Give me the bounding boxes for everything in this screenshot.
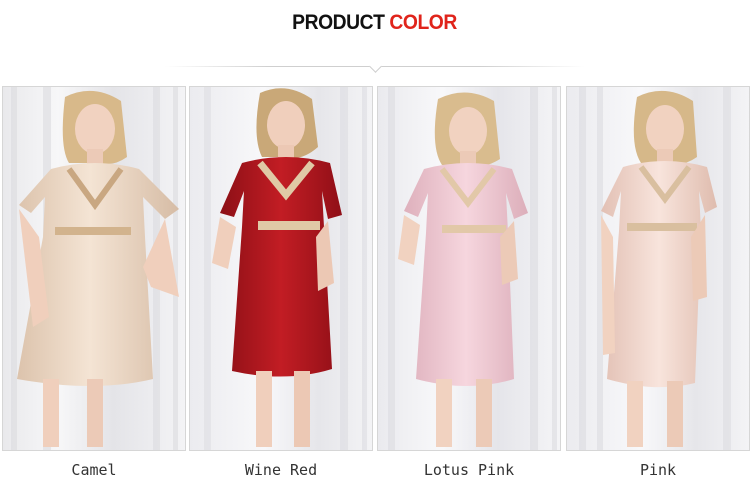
color-label-wine-red: Wine Red	[244, 461, 318, 479]
model-photo	[567, 87, 749, 450]
title-word-color: COLOR	[389, 11, 458, 34]
model-photo	[3, 87, 185, 450]
product-image-lotus-pink[interactable]	[377, 86, 561, 451]
product-image-wine-red[interactable]	[189, 86, 373, 451]
product-image-camel[interactable]	[2, 86, 186, 451]
color-label-lotus-pink: Lotus Pink	[423, 461, 515, 479]
page-title: PRODUCT COLOR	[293, 8, 458, 38]
model-photo	[190, 87, 372, 450]
product-image-pink[interactable]	[566, 86, 750, 451]
color-label-pink: Pink	[639, 461, 677, 479]
color-label-camel: Camel	[71, 461, 117, 479]
title-word-product: PRODUCT	[292, 11, 386, 34]
header: PRODUCT COLOR	[0, 8, 750, 38]
model-photo	[378, 87, 560, 450]
divider-notch	[369, 60, 382, 73]
